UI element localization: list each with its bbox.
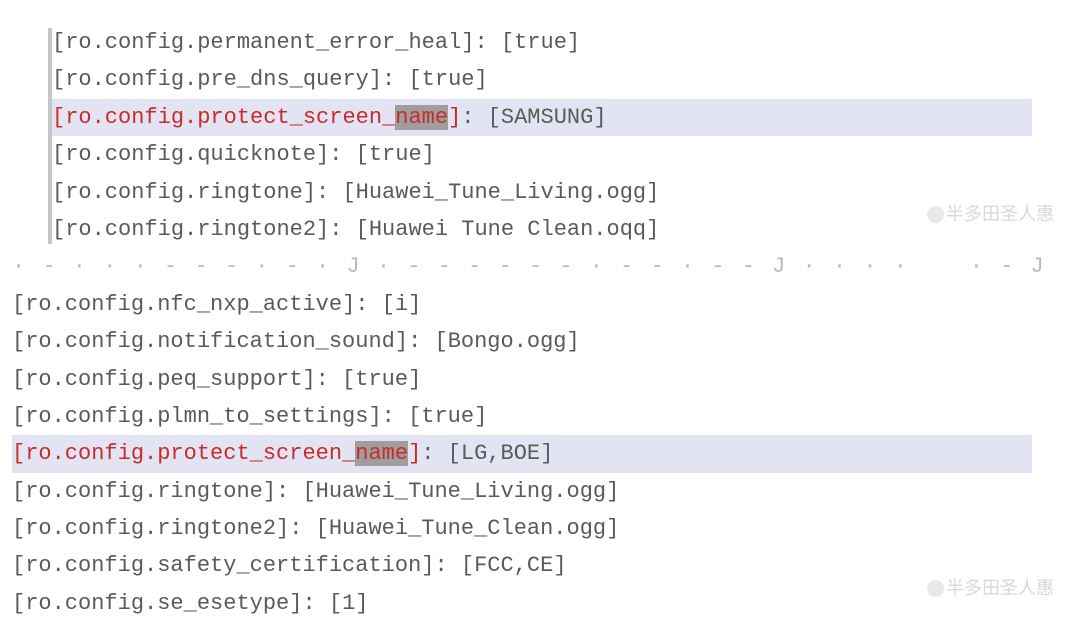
prop-val: true	[369, 142, 422, 167]
prop-key: ro.config.ringtone	[25, 479, 263, 504]
prop-val: SAMSUNG	[501, 105, 593, 130]
prop-key: ro.config.quicknote	[65, 142, 316, 167]
section-separator: · - · · · - - - · - · J · - - - - - - · …	[12, 248, 1032, 285]
prop-val: LG,BOE	[461, 441, 540, 466]
search-match: name	[355, 441, 408, 466]
prop-key: ro.config.plmn_to_settings	[25, 404, 368, 429]
prop-val: Huawei_Tune_Clean.ogg	[329, 516, 606, 541]
prop-row-highlighted: [ro.config.protect_screen_name]: [LG,BOE…	[12, 435, 1032, 472]
prop-row: [ro.config.peq_support]: [true]	[12, 361, 1032, 398]
code-view: [ro.config.permanent_error_heal]: [true]…	[0, 0, 1080, 630]
prop-row: [ro.config.plmn_to_settings]: [true]	[12, 398, 1032, 435]
prop-row: [ro.config.quicknote]: [true]	[52, 136, 1032, 173]
prop-key: ro.config.peq_support	[25, 367, 302, 392]
prop-key: ro.config.ringtone2	[25, 516, 276, 541]
prop-key: ro.config.notification_sound	[25, 329, 395, 354]
prop-key: ro.config.ringtone2	[65, 217, 316, 242]
prop-val: i	[395, 292, 408, 317]
prop-val: Huawei_Tune_Living.ogg	[356, 180, 646, 205]
prop-val: Huawei Tune Clean.oqq	[369, 217, 646, 242]
prop-row: [ro.config.nfc_nxp_active]: [i]	[12, 286, 1032, 323]
prop-key: ro.config.ringtone	[65, 180, 303, 205]
prop-row: [ro.config.ringtone2]: [Huawei_Tune_Clea…	[12, 510, 1032, 547]
prop-val: Huawei_Tune_Living.ogg	[316, 479, 606, 504]
prop-val: Bongo.ogg	[448, 329, 567, 354]
prop-val: FCC,CE	[474, 553, 553, 578]
section-2: [ro.config.nfc_nxp_active]: [i] [ro.conf…	[12, 286, 1032, 623]
prop-val: true	[355, 367, 408, 392]
prop-key: ro.config.permanent_error_heal	[65, 30, 461, 55]
prop-key: ro.config.se_esetype	[25, 591, 289, 616]
prop-key: ro.config.safety_certification	[25, 553, 421, 578]
prop-row: [ro.config.ringtone]: [Huawei_Tune_Livin…	[52, 174, 1032, 211]
prop-row: [ro.config.pre_dns_query]: [true]	[52, 61, 1032, 98]
prop-key: ro.config.protect_screen_	[65, 105, 395, 130]
prop-row: [ro.config.permanent_error_heal]: [true]	[52, 24, 1032, 61]
prop-row: [ro.config.se_esetype]: [1]	[12, 585, 1032, 622]
gutter-bar	[48, 28, 52, 244]
prop-val: true	[421, 404, 474, 429]
section-1: [ro.config.permanent_error_heal]: [true]…	[52, 24, 1032, 248]
search-match: name	[395, 105, 448, 130]
prop-val: true	[514, 30, 567, 55]
prop-val: 1	[342, 591, 355, 616]
prop-key: ro.config.pre_dns_query	[65, 67, 369, 92]
prop-row: [ro.config.ringtone]: [Huawei_Tune_Livin…	[12, 473, 1032, 510]
prop-key: ro.config.nfc_nxp_active	[25, 292, 342, 317]
prop-row: [ro.config.ringtone2]: [Huawei Tune Clea…	[52, 211, 1032, 248]
prop-row-highlighted: [ro.config.protect_screen_name]: [SAMSUN…	[52, 99, 1032, 136]
prop-key: ro.config.protect_screen_	[25, 441, 355, 466]
prop-val: true	[422, 67, 475, 92]
prop-row: [ro.config.notification_sound]: [Bongo.o…	[12, 323, 1032, 360]
prop-row: [ro.config.safety_certification]: [FCC,C…	[12, 547, 1032, 584]
